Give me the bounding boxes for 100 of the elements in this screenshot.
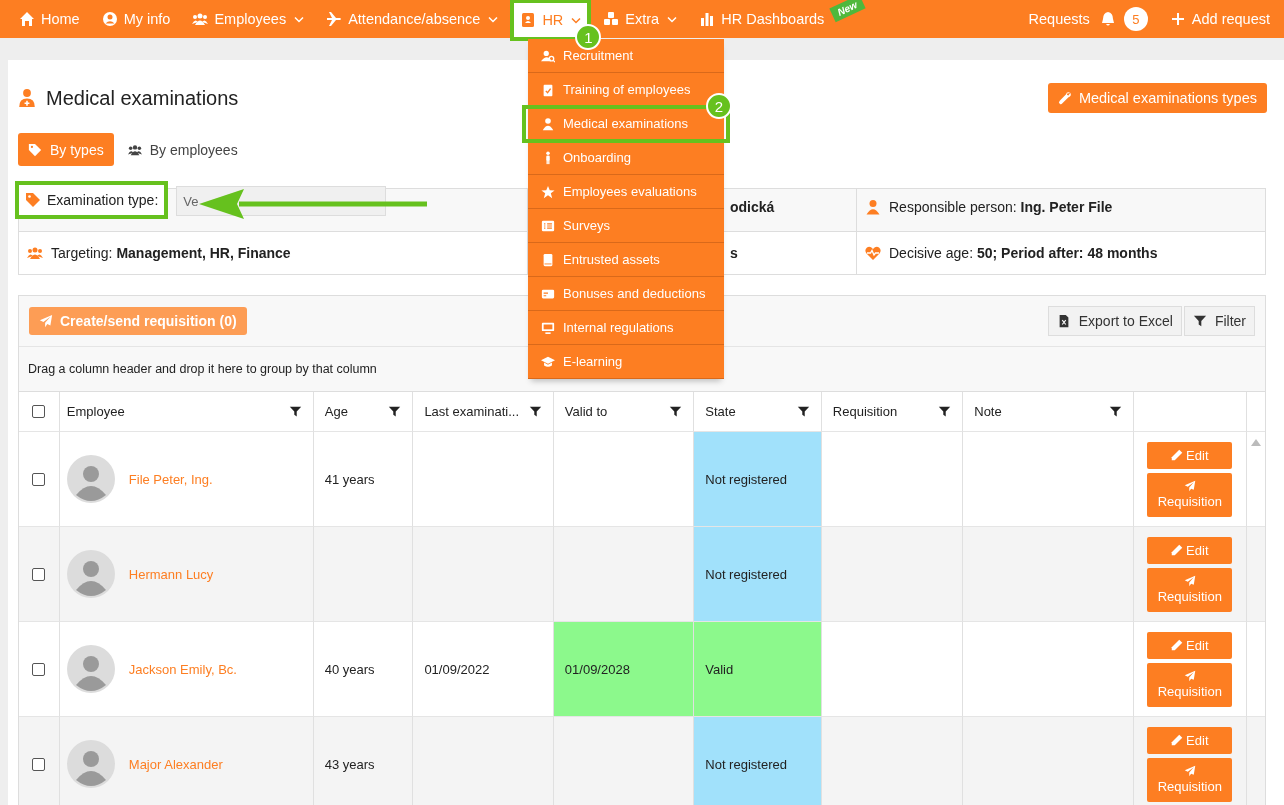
column-header[interactable]: Employee <box>66 404 125 419</box>
column-header[interactable]: Last examinati... <box>424 404 520 419</box>
column-header[interactable]: Requisition <box>832 404 898 419</box>
home-icon <box>19 11 35 27</box>
state-cell: Not registered <box>694 527 822 622</box>
pencil-icon <box>1171 449 1184 461</box>
monitor-icon <box>541 320 555 335</box>
state-cell: Valid <box>694 622 822 717</box>
pencil-icon <box>1171 639 1184 651</box>
nav-item[interactable]: Home <box>10 0 89 38</box>
avatar-silhouette <box>66 740 115 788</box>
employee-link[interactable]: Hermann Lucy <box>128 566 214 582</box>
filter-icon[interactable] <box>288 405 302 418</box>
callout-number: 2 <box>706 93 732 119</box>
requests-link[interactable]: Requests <box>1026 11 1092 27</box>
page-title: Medical examinations <box>46 86 239 110</box>
user-icon <box>541 116 555 131</box>
paper-plane-icon <box>1183 575 1196 587</box>
export-excel-button[interactable]: Export to Excel <box>1047 306 1182 336</box>
book-icon <box>520 12 537 28</box>
examination-types-button[interactable]: Medical examinations types <box>1047 83 1267 113</box>
column-header[interactable]: Age <box>324 404 348 419</box>
user-search-icon <box>541 48 555 63</box>
users-icon <box>27 245 43 261</box>
edit-button[interactable]: Edit <box>1147 631 1233 659</box>
heartbeat-icon <box>865 245 881 261</box>
filter-icon[interactable] <box>528 405 542 418</box>
requisition-button[interactable]: Requisition <box>1147 567 1233 612</box>
paper-plane-icon <box>39 314 53 328</box>
state-cell: Not registered <box>694 432 822 527</box>
user-icon <box>101 11 118 27</box>
users-icon <box>192 11 209 27</box>
plane-icon <box>326 11 343 27</box>
table-cell: 43 years <box>313 717 414 805</box>
caret-icon <box>667 15 678 23</box>
add-request-link[interactable]: Add request <box>1167 11 1272 27</box>
filter-icon[interactable] <box>938 405 952 418</box>
employee-link[interactable]: Major Alexander <box>128 756 223 772</box>
column-header[interactable]: Valid to <box>564 404 608 419</box>
pencil-icon <box>1171 734 1184 746</box>
info-value: s <box>730 245 738 261</box>
doctor-icon <box>18 88 36 108</box>
valid-to-cell: 01/09/2028 <box>553 622 695 717</box>
nav-item[interactable]: My info <box>92 0 180 38</box>
requisition-button[interactable]: Requisition <box>1147 662 1233 707</box>
employee-link[interactable]: File Peter, Ing. <box>128 471 213 487</box>
column-header[interactable]: State <box>705 404 736 419</box>
filter-icon[interactable] <box>388 405 402 418</box>
edit-button[interactable]: Edit <box>1147 536 1233 564</box>
avatar-silhouette <box>66 645 115 693</box>
list-icon <box>541 218 555 233</box>
users-icon <box>127 142 142 157</box>
nav-item[interactable]: Attendance/absence <box>317 0 508 38</box>
checkbox[interactable] <box>32 662 46 676</box>
edit-button[interactable]: Edit <box>1147 441 1233 469</box>
caret-icon <box>488 15 499 23</box>
plus-icon <box>1169 11 1186 27</box>
view-tab[interactable]: By employees <box>117 133 248 166</box>
requisition-button[interactable]: Requisition <box>1147 472 1233 517</box>
requisition-button[interactable]: Requisition <box>1147 757 1233 802</box>
tag-icon <box>25 192 41 208</box>
paper-plane-icon <box>1183 765 1196 777</box>
info-value: odická <box>730 199 775 215</box>
user-icon <box>865 199 881 215</box>
responsible-person-text: Responsible person: Ing. Peter File <box>889 199 1113 215</box>
cap-icon <box>541 354 555 369</box>
checkbox[interactable] <box>32 757 46 771</box>
view-tab[interactable]: By types <box>18 133 114 166</box>
avatar-silhouette <box>66 455 115 503</box>
checkbox[interactable] <box>32 472 46 486</box>
caret-icon <box>571 16 582 24</box>
bell-icon[interactable] <box>1099 11 1116 27</box>
tag-icon <box>28 142 42 157</box>
state-cell: Not registered <box>694 717 822 805</box>
edit-button[interactable]: Edit <box>1147 726 1233 754</box>
checkbox[interactable] <box>32 567 46 581</box>
pencil-icon <box>1171 544 1184 556</box>
create-requisition-button[interactable]: Create/send requisition (0) <box>29 307 247 335</box>
decisive-age-text: Decisive age: 50; Period after: 48 months <box>889 245 1158 261</box>
avatar-silhouette <box>66 550 115 598</box>
filter-icon[interactable] <box>1108 405 1122 418</box>
examination-type-label: Examination type: <box>47 192 159 208</box>
caret-icon <box>294 15 305 23</box>
nav-item[interactable]: Employees <box>183 0 314 38</box>
clipboard-icon <box>541 82 555 97</box>
targeting-text: Targeting: Management, HR, Finance <box>51 245 291 261</box>
filter-icon <box>1192 314 1207 328</box>
filter-icon[interactable] <box>796 405 810 418</box>
wrench-icon <box>1057 91 1072 105</box>
column-header[interactable]: Note <box>974 404 1002 419</box>
filter-button[interactable]: Filter <box>1183 306 1255 336</box>
request-count-badge: 5 <box>1123 7 1148 31</box>
checkbox[interactable] <box>32 405 46 418</box>
star-icon <box>541 184 555 199</box>
book-icon <box>541 252 555 267</box>
cubes-icon <box>603 11 620 27</box>
filter-icon[interactable] <box>669 405 683 418</box>
paper-plane-icon <box>1183 670 1196 682</box>
employee-link[interactable]: Jackson Emily, Bc. <box>128 661 237 677</box>
chart-icon <box>699 11 716 27</box>
